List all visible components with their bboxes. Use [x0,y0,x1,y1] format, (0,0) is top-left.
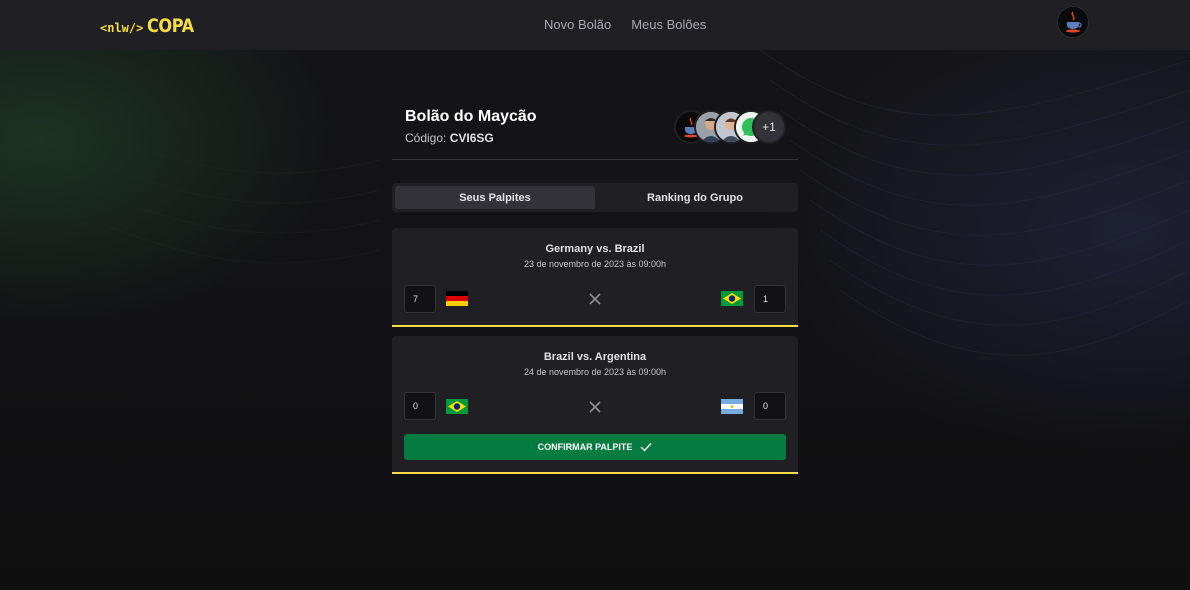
participants-count-badge: +1 [752,110,786,144]
brazil-flag-icon [446,399,468,414]
away-score-input[interactable]: 0 [754,392,786,420]
game-card: Germany vs. Brazil 23 de novembro de 202… [392,228,798,327]
app-logo[interactable]: <nlw/> COPA [100,15,202,37]
game-card: Brazil vs. Argentina 24 de novembro de 2… [392,336,798,474]
game-date: 23 de novembro de 2023 às 09:00h [523,259,667,269]
tab-your-guesses[interactable]: Seus Palpites [395,186,595,209]
pool-code[interactable]: CVI6SG [450,131,494,145]
pool-header: Bolão do Maycão Código: CVI6SG +1 [392,100,798,160]
nav-my-pools[interactable]: Meus Bolões [631,17,706,32]
logo-tag: <nlw/> [100,21,144,35]
logo-name: COPA [147,15,195,37]
confirm-guess-button[interactable]: CONFIRMAR PALPITE [404,434,786,460]
pool-tabs: Seus Palpites Ranking do Grupo [392,183,798,212]
participants-avatars: +1 [674,110,788,144]
confirm-guess-label: CONFIRMAR PALPITE [537,442,633,452]
pool-code-line: Código: CVI6SG [405,131,494,145]
check-icon [640,443,652,452]
main-nav: Novo Bolão Meus Bolões [544,17,706,32]
away-score-input[interactable]: 1 [754,285,786,313]
pool-code-label: Código: [405,131,447,145]
game-title: Brazil vs. Argentina [543,351,647,363]
nav-new-pool[interactable]: Novo Bolão [544,17,611,32]
home-score-input[interactable]: 0 [404,392,436,420]
versus-x-icon [589,293,601,305]
game-title: Germany vs. Brazil [545,243,645,255]
java-cup-icon [1058,7,1088,37]
game-date: 24 de novembro de 2023 às 09:00h [523,367,667,377]
user-avatar[interactable] [1057,6,1089,38]
versus-x-icon [589,401,601,413]
argentina-flag-icon [721,399,743,414]
germany-flag-icon [446,291,468,306]
pool-title: Bolão do Maycão [405,108,537,125]
brazil-flag-icon [721,291,743,306]
tab-group-ranking[interactable]: Ranking do Grupo [595,186,795,209]
pool-details: Bolão do Maycão Código: CVI6SG +1 Seus P… [392,100,798,474]
top-header: <nlw/> COPA Novo Bolão Meus Bolões [0,0,1190,50]
home-score-input[interactable]: 7 [404,285,436,313]
